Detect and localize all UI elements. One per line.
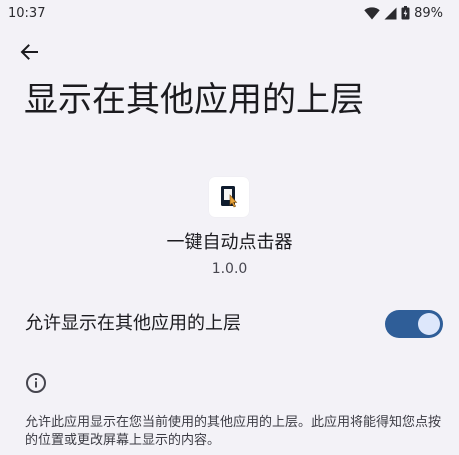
- allow-overlay-row[interactable]: 允许显示在其他应用的上层: [0, 300, 459, 348]
- toggle-thumb: [418, 313, 440, 335]
- wifi-icon: [364, 6, 380, 20]
- allow-overlay-label: 允许显示在其他应用的上层: [25, 313, 241, 334]
- app-icon: [209, 177, 249, 217]
- back-button[interactable]: [14, 40, 44, 68]
- app-name: 一键自动点击器: [166, 232, 293, 253]
- battery-charging-icon: [401, 6, 410, 20]
- cellular-signal-icon: [384, 7, 397, 20]
- allow-overlay-toggle[interactable]: [385, 310, 443, 338]
- status-bar: 10:37 89%: [0, 0, 459, 26]
- permission-description: 允许此应用显示在您当前使用的其他应用的上层。此应用将能得知您点按的位置或更改屏幕…: [25, 415, 442, 448]
- overlay-permission-screen: 10:37 89% 显示在其他应用的上层 一键自动点击器 1.0.0 允许显示在…: [0, 0, 459, 455]
- app-version: 1.0.0: [211, 261, 248, 277]
- battery-percentage: 89%: [414, 5, 443, 21]
- arrow-back-icon: [20, 44, 38, 64]
- status-icons: 89%: [364, 6, 443, 21]
- page-title: 显示在其他应用的上层: [24, 80, 364, 120]
- status-time: 10:37: [8, 5, 46, 21]
- info-icon: [25, 372, 47, 394]
